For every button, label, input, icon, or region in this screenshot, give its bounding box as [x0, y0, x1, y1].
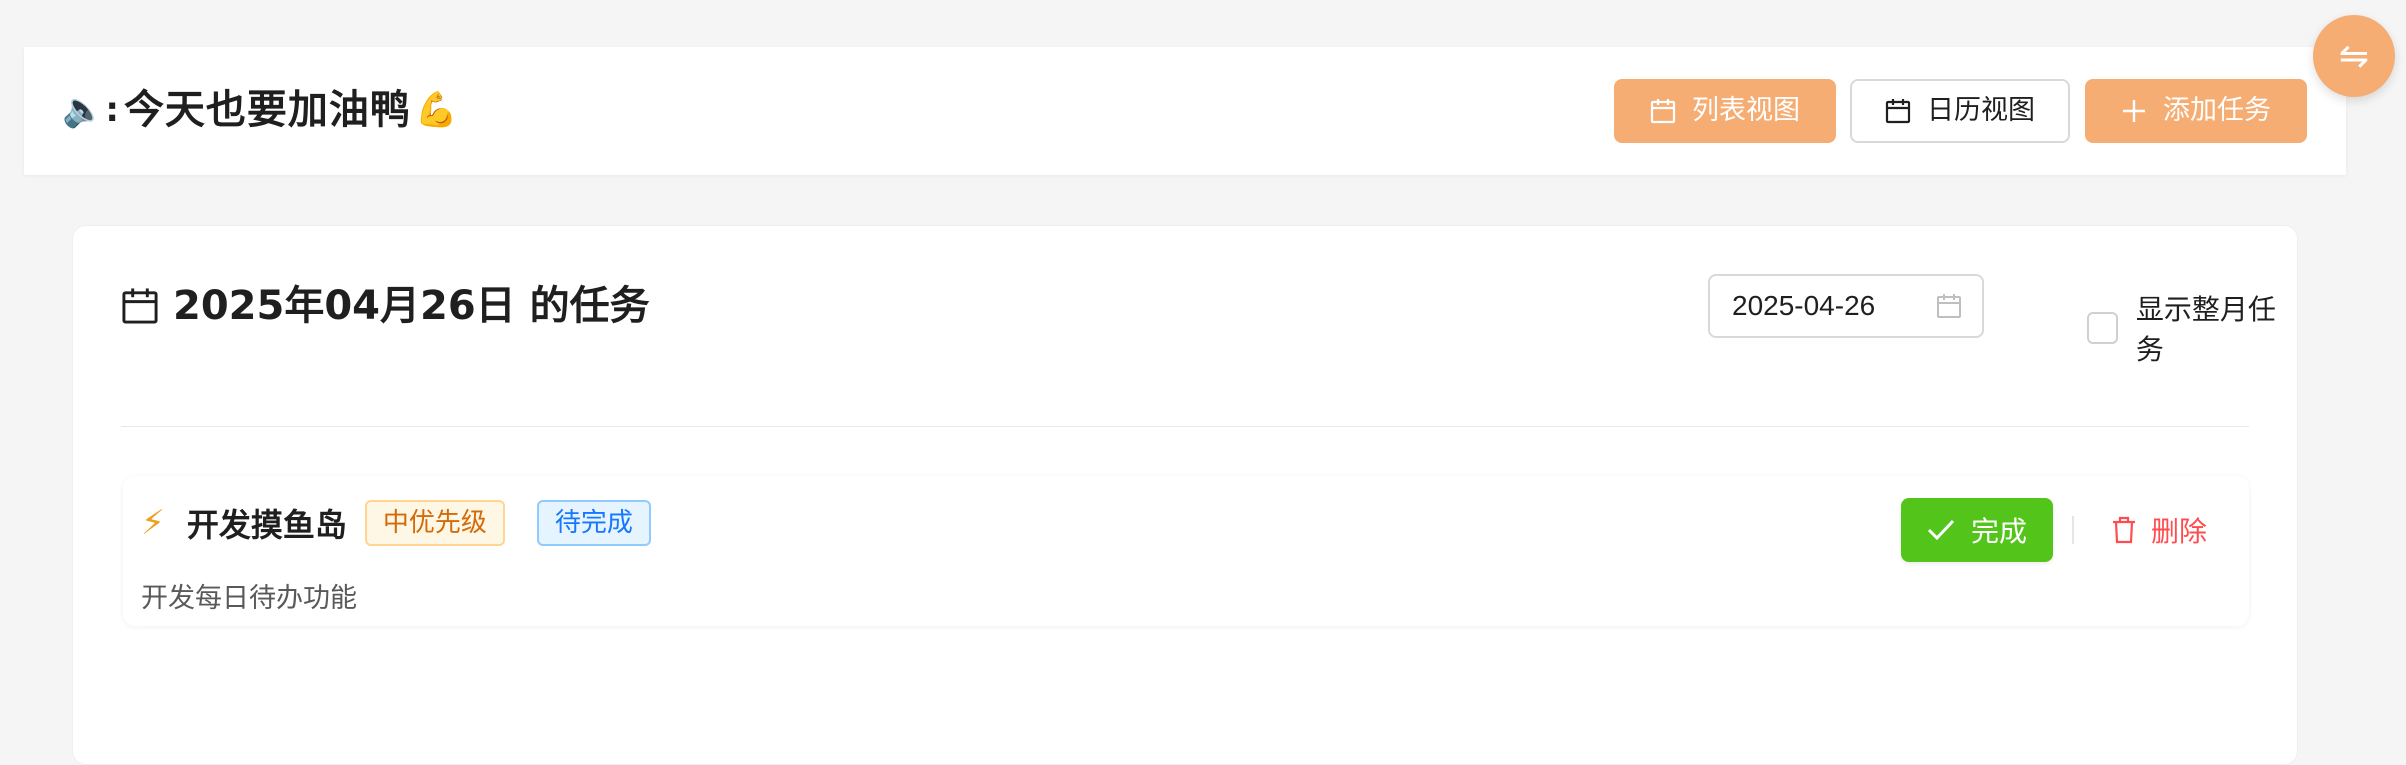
calendar-view-label: 日历视图	[1927, 95, 2035, 126]
complete-label: 完成	[1970, 515, 2027, 548]
date-value: 2025-04-26	[1732, 290, 1876, 321]
app-title: 🔈: 今天也要加油鸭 💪	[62, 87, 458, 133]
date-picker[interactable]: 2025-04-26	[1708, 274, 1984, 338]
swap-button[interactable]: ⇋	[2313, 15, 2395, 97]
task-header: ⚡ 开发摸鱼岛 中优先级 待完成	[141, 500, 651, 546]
top-bar: 🔈: 今天也要加油鸭 💪 列表视图 日历视图 添加任务	[24, 47, 2346, 175]
divider	[121, 426, 2249, 427]
task-name: 开发摸鱼岛	[186, 506, 347, 544]
delete-button[interactable]: 删除	[2089, 498, 2229, 562]
check-icon	[1927, 519, 1955, 541]
add-task-label: 添加任务	[2163, 95, 2271, 126]
swap-icon: ⇋	[2338, 35, 2370, 77]
task-description: 开发每日待办功能	[141, 583, 357, 614]
app-title-text: 今天也要加油鸭	[123, 87, 411, 133]
action-separator	[2072, 516, 2074, 544]
show-month-toggle[interactable]: 显示整月任务	[2087, 288, 2297, 368]
status-badge: 待完成	[536, 500, 651, 546]
flexed-biceps-icon: 💪	[414, 90, 459, 130]
page-title: 2025年04月26日 的任务	[121, 282, 650, 330]
complete-button[interactable]: 完成	[1901, 498, 2053, 562]
calendar-icon	[1937, 294, 1961, 318]
show-month-label: 显示整月任务	[2135, 293, 2276, 366]
show-month-checkbox[interactable]	[2087, 312, 2118, 344]
trash-icon	[2112, 516, 2135, 544]
plus-icon	[2123, 100, 2145, 122]
task-card: 2025年04月26日 的任务 2025-04-26 显示整月任务 ⚡ 开发摸鱼…	[72, 225, 2298, 765]
calendar-icon	[1885, 99, 1911, 124]
delete-label: 删除	[2150, 515, 2207, 548]
add-task-button[interactable]: 添加任务	[2085, 79, 2307, 143]
speaker-icon: 🔈:	[62, 90, 120, 130]
calendar-icon	[1650, 99, 1676, 124]
lightning-icon: ⚡	[141, 503, 165, 543]
calendar-view-button[interactable]: 日历视图	[1850, 79, 2070, 143]
calendar-icon	[122, 288, 158, 324]
list-view-label: 列表视图	[1692, 95, 1800, 126]
priority-badge: 中优先级	[364, 500, 505, 546]
page-title-text: 2025年04月26日 的任务	[173, 283, 650, 329]
list-view-button[interactable]: 列表视图	[1614, 79, 1836, 143]
